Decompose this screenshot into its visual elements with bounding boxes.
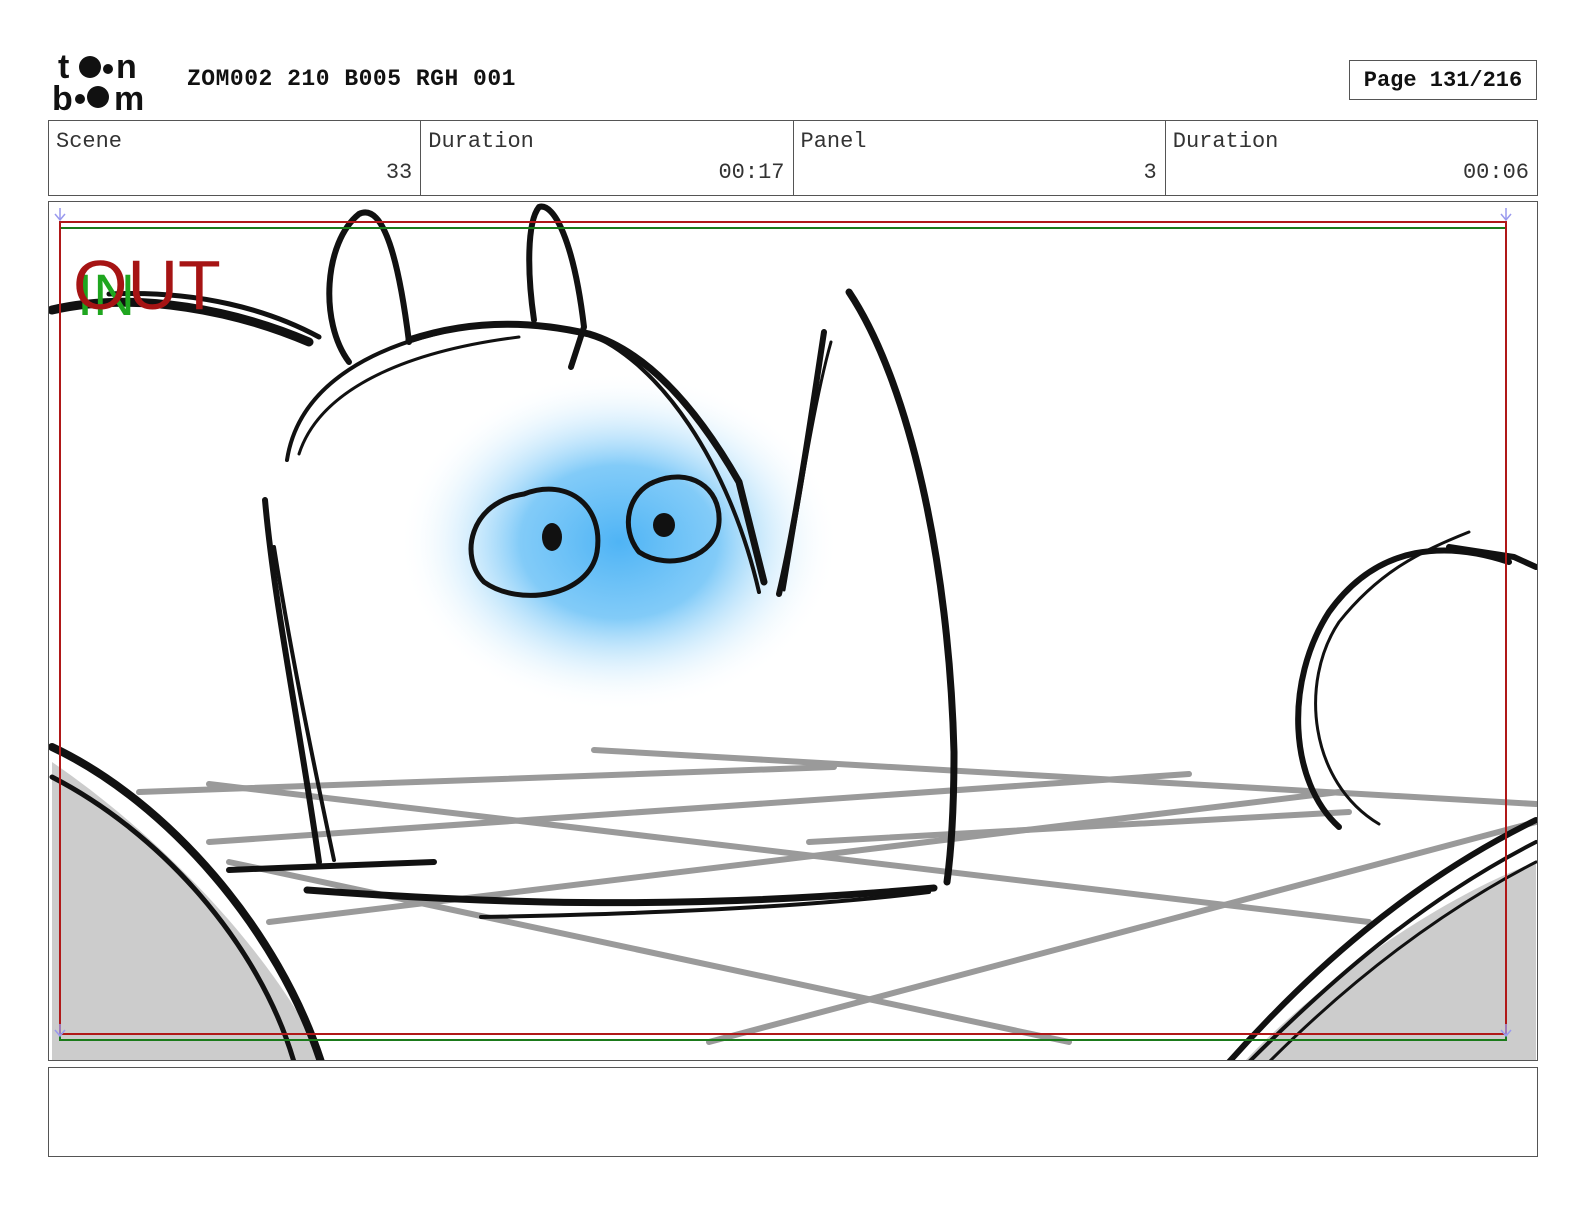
scene-duration-label: Duration [428,129,534,154]
panel-notes-box [48,1067,1538,1157]
scene-label: Scene [56,129,123,154]
scene-value: 33 [385,160,413,185]
scene-cell: Scene 33 [49,121,422,195]
scene-duration-value: 00:17 [718,160,785,185]
page-indicator: Page 131/216 [1349,60,1537,100]
document-title: ZOM002 210 B005 RGH 001 [187,66,516,92]
scene-duration-cell: Duration 00:17 [421,121,794,195]
scene-info-row: Scene 33 Duration 00:17 Panel 3 Duration… [48,120,1538,196]
right-shadow-shape [1245,862,1536,1060]
panel-duration-label: Duration [1172,129,1279,154]
svg-text:b: b [52,80,73,112]
out-label: OUT [73,246,221,324]
panel-value: 3 [1143,160,1157,185]
right-pupil [653,513,675,537]
panel-label: Panel [800,129,867,154]
storyboard-panel: IN OUT [48,201,1538,1061]
panel-cell: Panel 3 [794,121,1166,195]
toon-boom-logo: t n b m [52,50,144,112]
panel-duration-value: 00:06 [1462,160,1529,185]
svg-text:m: m [114,80,144,112]
eye-glow [399,372,839,712]
panel-duration-cell: Duration 00:06 [1166,121,1537,195]
left-shadow-shape [52,762,324,1060]
left-pupil [542,523,562,551]
panel-drawing: IN OUT [49,203,1537,1060]
